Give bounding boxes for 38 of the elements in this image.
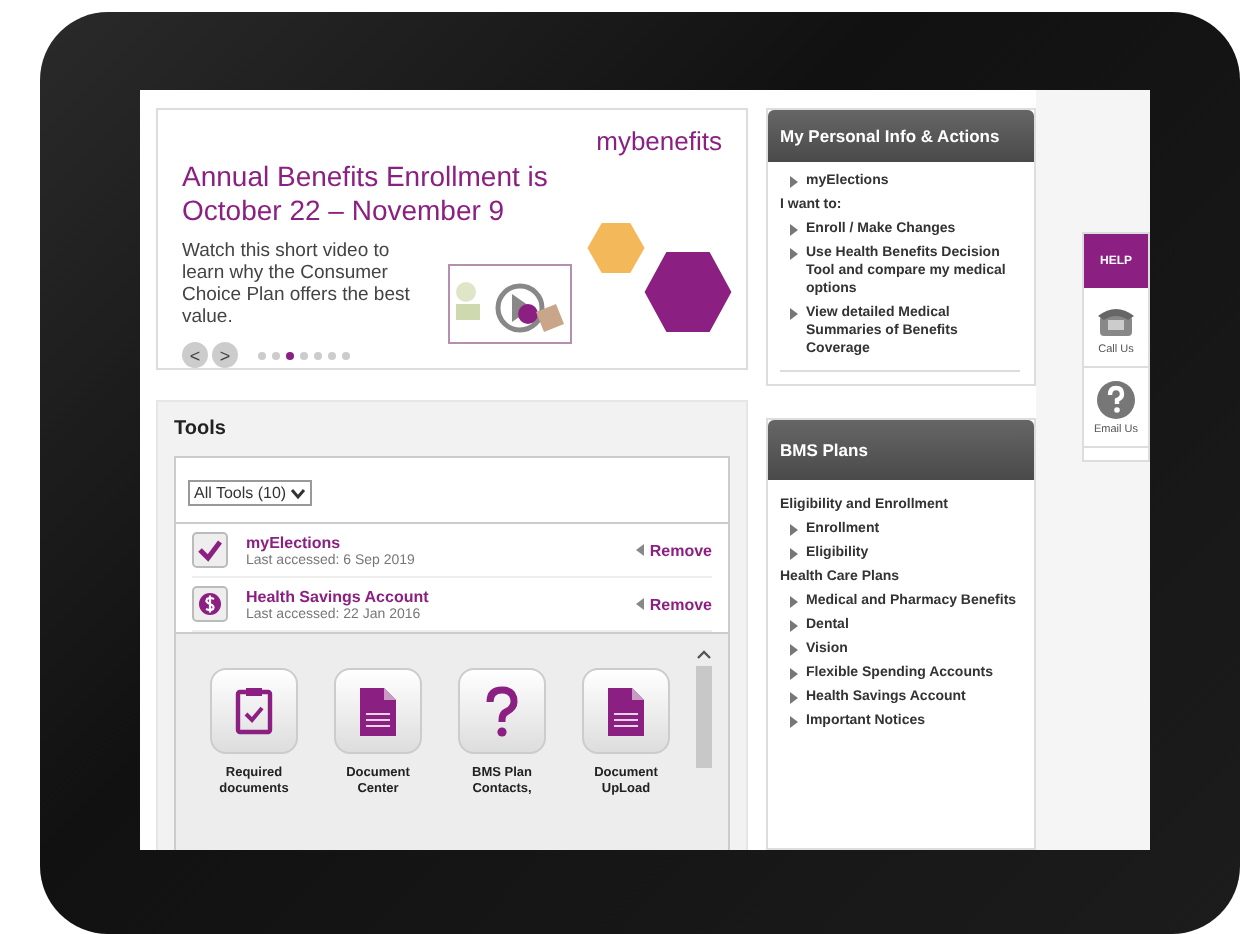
banner-title: Annual Benefits Enrollment is October 22 – November 9 (182, 160, 550, 228)
dropdown-value: All Tools (10) (194, 484, 287, 502)
carousel-dot[interactable] (328, 351, 336, 359)
dollar-icon (192, 586, 228, 622)
caret-right-icon (790, 308, 798, 320)
tool-link[interactable]: Health Savings Account (246, 587, 636, 605)
tool-tile-button[interactable] (458, 668, 546, 754)
document-icon (604, 685, 648, 737)
caret-left-icon (635, 544, 644, 556)
remove-link[interactable]: Remove (649, 541, 712, 559)
carousel-dot[interactable] (300, 351, 308, 359)
previous-button[interactable]: < (182, 342, 208, 368)
carousel-dot[interactable] (272, 351, 280, 359)
chevron-down-icon (290, 487, 307, 499)
scrollbar-icon (696, 648, 712, 768)
caret-right-icon (790, 176, 798, 188)
tool-tile-button[interactable] (334, 668, 422, 754)
tools-dropdown[interactable]: All Tools (10) (188, 480, 313, 506)
caret-left-icon (635, 598, 644, 610)
banner-text: Watch this short video to learn why the Consumer Choice Plan offers the best value. (182, 240, 412, 328)
brand-logo: mybenefits (594, 126, 724, 156)
panel-header: My Personal Info & Actions (768, 110, 1034, 162)
clipboard-icon (232, 685, 276, 737)
carousel-dot[interactable] (286, 351, 294, 359)
checkmark-icon (192, 532, 228, 568)
tool-link[interactable]: myElections (246, 533, 636, 551)
tool-tile-button[interactable] (210, 668, 298, 754)
help-icon (1096, 380, 1136, 420)
panel-header: BMS Plans (768, 420, 1034, 480)
video-thumbnail (448, 264, 572, 344)
tool-tile-button[interactable] (582, 668, 670, 754)
remove-link[interactable]: Remove (649, 595, 712, 613)
panel-title: Tools (174, 418, 228, 440)
document-icon (356, 685, 400, 737)
carousel-dot[interactable] (258, 351, 266, 359)
carousel-dot[interactable] (314, 351, 322, 359)
next-button[interactable]: > (212, 342, 238, 368)
carousel-dot[interactable] (342, 351, 350, 359)
